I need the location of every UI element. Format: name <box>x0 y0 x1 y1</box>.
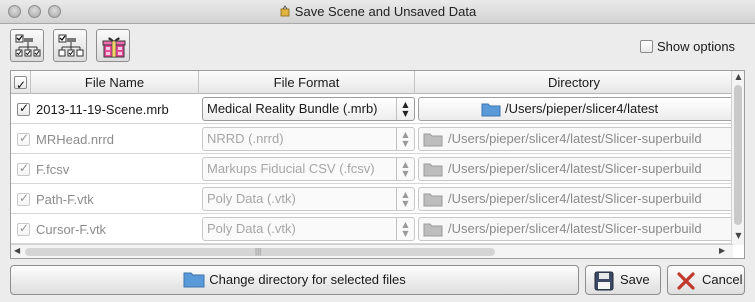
row-checkbox[interactable] <box>17 161 30 176</box>
package-icon <box>102 37 126 58</box>
directory-path: /Users/pieper/slicer4/latest/Slicer-supe… <box>448 221 702 236</box>
file-format-select[interactable]: Markups Fiducial CSV (.fcsv) ▲ ▼ <box>202 157 415 181</box>
select-arrows-icon: ▲ ▼ <box>396 98 414 120</box>
file-name: Cursor-F.vtk <box>36 222 107 237</box>
file-name: MRHead.nrrd <box>36 132 115 147</box>
save-scene-dialog: Save Scene and Unsaved Data Show options… <box>0 0 755 302</box>
row-checkbox[interactable] <box>17 131 30 146</box>
save-scene-icon <box>280 5 290 17</box>
change-directory-button[interactable]: Change directory for selected files <box>10 265 579 295</box>
file-format-select[interactable]: Poly Data (.vtk) ▲ ▼ <box>202 217 415 241</box>
select-arrows-icon: ▲ ▼ <box>396 218 414 240</box>
file-format-select[interactable]: Poly Data (.vtk) ▲ ▼ <box>202 187 415 211</box>
header-file-format[interactable]: File Format <box>199 71 415 94</box>
folder-icon <box>481 103 501 117</box>
window-title: Save Scene and Unsaved Data <box>0 4 755 19</box>
scroll-right-icon[interactable]: ▶ <box>719 246 725 255</box>
file-name: 2013-11-19-Scene.mrb <box>36 102 169 117</box>
cancel-label: Cancel <box>702 272 743 287</box>
scroll-grip-icon: ||| <box>255 247 262 256</box>
scroll-left-icon[interactable]: ◀ <box>14 246 20 255</box>
cancel-button[interactable]: Cancel <box>667 265 745 295</box>
file-name-cell: 2013-11-19-Scene.mrb <box>17 101 169 117</box>
table-row[interactable]: F.fcsv Markups Fiducial CSV (.fcsv) ▲▼ /U… <box>11 154 740 184</box>
select-all-button[interactable] <box>10 29 44 62</box>
table-row[interactable]: Path-F.vtk Poly Data (.vtk) ▲▼ /Users/pie… <box>11 184 740 214</box>
folder-icon <box>423 133 443 147</box>
file-name-cell: Path-F.vtk <box>17 191 94 207</box>
file-name: Path-F.vtk <box>36 192 94 207</box>
select-arrows-icon: ▲ ▼ <box>396 128 414 150</box>
file-table: File Name File Format Directory 2013-11-… <box>10 70 745 259</box>
header-select-all-cell[interactable] <box>11 71 31 97</box>
file-format-value: Poly Data (.vtk) <box>207 191 296 206</box>
file-name-cell: F.fcsv <box>17 161 70 177</box>
folder-icon <box>423 223 443 237</box>
file-format-select[interactable]: NRRD (.nrrd) ▲ ▼ <box>202 127 415 151</box>
horizontal-scrollbar[interactable]: ◀ ||| ▶ <box>11 244 733 258</box>
scroll-up-icon[interactable]: ▲ <box>732 72 744 81</box>
table-row[interactable]: 2013-11-19-Scene.mrb Medical Reality Bun… <box>11 94 740 124</box>
header-file-name[interactable]: File Name <box>31 71 199 94</box>
table-row[interactable]: MRHead.nrrd NRRD (.nrrd) ▲▼ /Users/pieper… <box>11 124 740 154</box>
select-arrows-icon: ▲ ▼ <box>396 158 414 180</box>
select-arrows-icon: ▲ ▼ <box>396 188 414 210</box>
directory-button[interactable]: /Users/pieper/slicer4/latest/Slicer-supe… <box>418 157 740 181</box>
directory-path: /Users/pieper/slicer4/latest/Slicer-supe… <box>448 191 702 206</box>
file-format-value: NRRD (.nrrd) <box>207 131 284 146</box>
window-title-text: Save Scene and Unsaved Data <box>294 4 477 19</box>
file-format-select[interactable]: Medical Reality Bundle (.mrb) ▲ ▼ <box>202 97 415 121</box>
file-format-value: Markups Fiducial CSV (.fcsv) <box>207 161 375 176</box>
file-name-cell: MRHead.nrrd <box>17 131 115 147</box>
show-options-label: Show options <box>657 39 736 54</box>
show-options-toggle[interactable]: Show options <box>640 39 735 54</box>
folder-icon <box>423 193 443 207</box>
directory-path: /Users/pieper/slicer4/latest/Slicer-supe… <box>448 161 702 176</box>
select-modified-icon <box>58 34 84 57</box>
row-checkbox[interactable] <box>17 191 30 206</box>
package-button[interactable] <box>96 29 130 62</box>
row-checkbox[interactable] <box>17 221 30 236</box>
directory-button[interactable]: /Users/pieper/slicer4/latest/Slicer-supe… <box>418 217 740 241</box>
floppy-disk-icon <box>594 271 614 291</box>
table-row[interactable]: Cursor-F.vtk Poly Data (.vtk) ▲▼ /Users/p… <box>11 214 740 244</box>
file-format-value: Poly Data (.vtk) <box>207 221 296 236</box>
file-format-value: Medical Reality Bundle (.mrb) <box>207 101 378 116</box>
file-name-cell: Cursor-F.vtk <box>17 221 107 237</box>
select-modified-button[interactable] <box>53 29 87 62</box>
change-directory-label: Change directory for selected files <box>209 272 406 287</box>
scroll-down-icon[interactable]: ▼ <box>732 231 744 240</box>
save-button[interactable]: Save <box>585 265 661 295</box>
directory-button[interactable]: /Users/pieper/slicer4/latest/Slicer-supe… <box>418 127 740 151</box>
header-directory[interactable]: Directory <box>415 71 733 94</box>
table-header: File Name File Format Directory <box>11 71 733 97</box>
directory-button[interactable]: /Users/pieper/slicer4/latest <box>418 97 740 121</box>
title-bar: Save Scene and Unsaved Data <box>0 0 755 24</box>
select-all-icon <box>15 34 41 57</box>
header-select-all-checkbox[interactable] <box>14 74 27 97</box>
vertical-scrollbar[interactable]: ▲ ▼ <box>731 71 744 245</box>
vertical-scroll-thumb[interactable] <box>734 85 742 225</box>
file-name: F.fcsv <box>36 162 70 177</box>
folder-icon <box>183 272 205 288</box>
cancel-x-icon <box>677 272 695 290</box>
directory-path: /Users/pieper/slicer4/latest <box>505 101 659 116</box>
show-options-checkbox[interactable] <box>640 40 653 53</box>
directory-path: /Users/pieper/slicer4/latest/Slicer-supe… <box>448 131 702 146</box>
save-label: Save <box>620 272 650 287</box>
folder-icon <box>423 163 443 177</box>
row-checkbox[interactable] <box>17 101 30 116</box>
directory-button[interactable]: /Users/pieper/slicer4/latest/Slicer-supe… <box>418 187 740 211</box>
